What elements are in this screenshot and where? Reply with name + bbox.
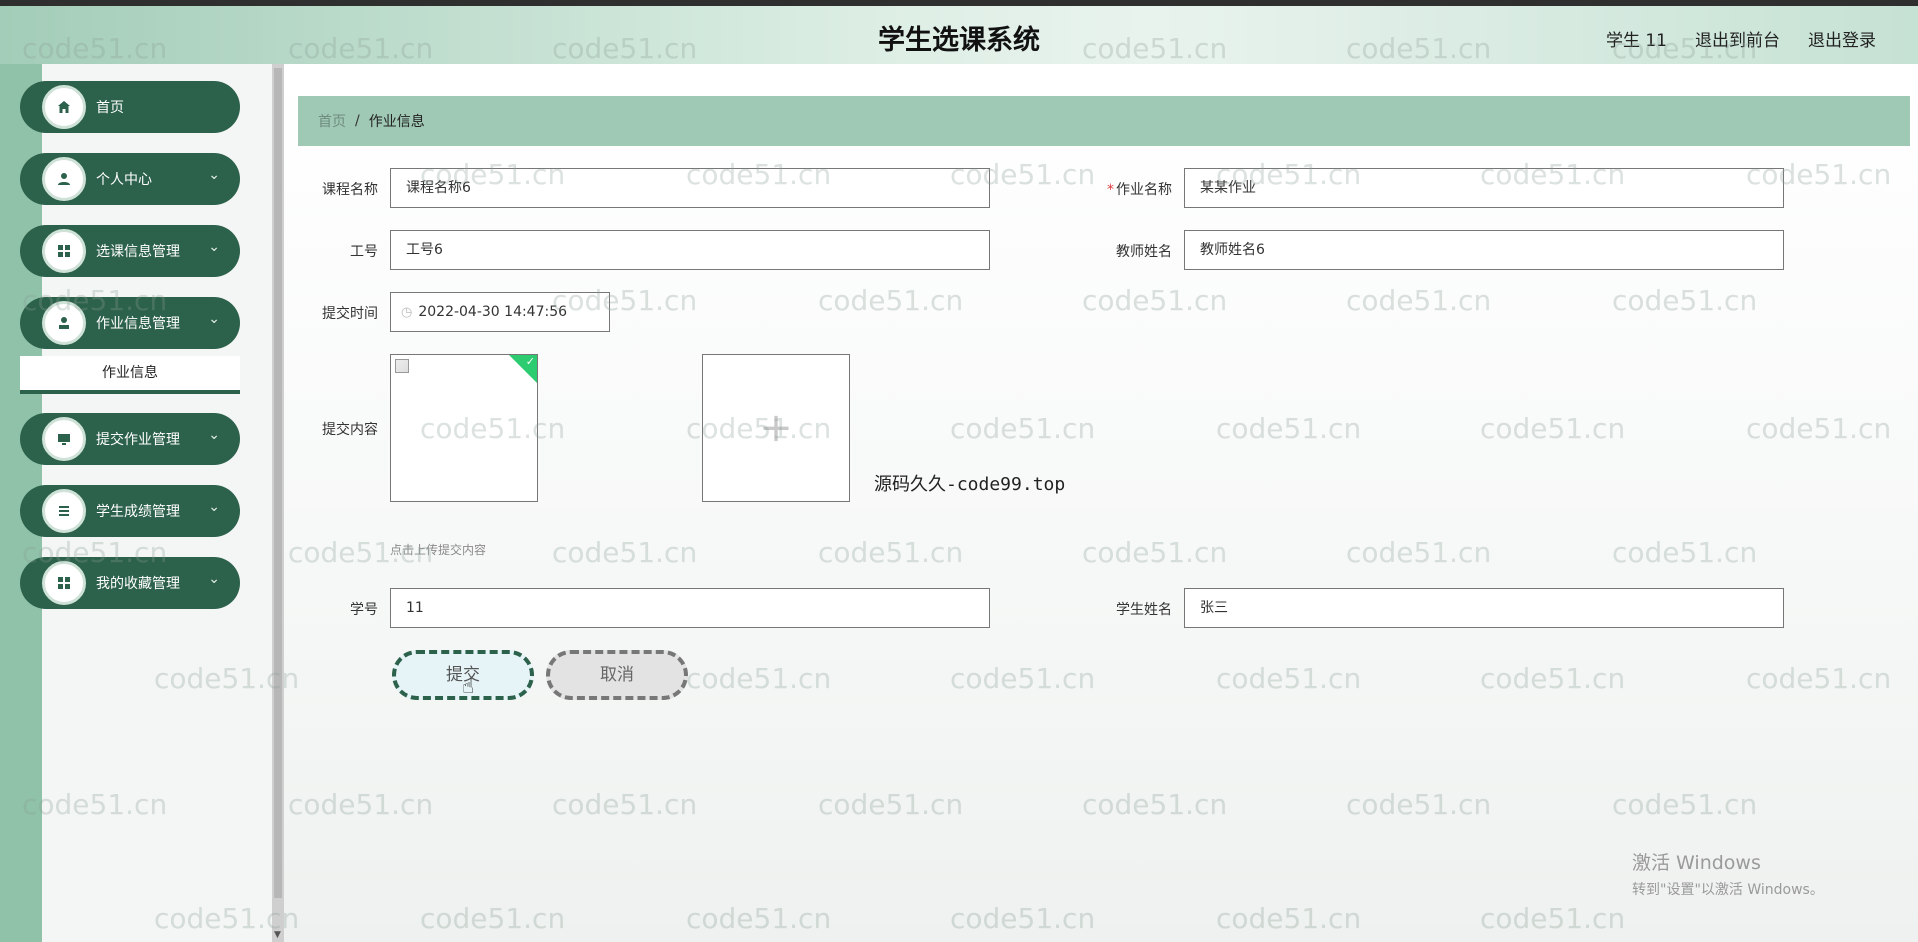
exit-to-front-link[interactable]: 退出到前台 [1695, 26, 1780, 51]
breadcrumb-home-link[interactable]: 首页 [318, 111, 346, 131]
course-name-field[interactable]: 课程名称6 [390, 168, 990, 208]
homework-name-label: * 作业名称 [1107, 182, 1172, 198]
chevron-down-icon: ⌄ [208, 311, 220, 327]
home-icon [42, 85, 86, 129]
sidebar-item-label: 作业信息管理 [96, 316, 180, 332]
mouse-pointer-icon: ☝ [462, 674, 475, 698]
submit-time-label: 提交时间 [322, 306, 378, 322]
sidebar-item-submit-homework[interactable]: 提交作业管理 ⌄ [20, 413, 240, 465]
user-icon [42, 157, 86, 201]
upload-hint: 点击上传提交内容 [390, 543, 487, 557]
sidebar-item-course-selection[interactable]: 选课信息管理 ⌄ [20, 225, 240, 277]
required-asterisk: * [1107, 182, 1114, 198]
content-label: 提交内容 [322, 422, 378, 438]
sidebar-subitem-homework-info[interactable]: 作业信息 [20, 356, 240, 394]
job-number-field[interactable]: 工号6 [390, 230, 990, 270]
chevron-down-icon: ⌄ [208, 427, 220, 443]
homework-name-field[interactable]: 某某作业 [1184, 168, 1784, 208]
submit-time-value: 2022-04-30 14:47:56 [418, 304, 568, 320]
plus-icon: + [759, 405, 793, 451]
sidebar-item-personal-center[interactable]: 个人中心 ⌄ [20, 153, 240, 205]
monitor-icon [42, 417, 86, 461]
chevron-down-icon: ⌄ [208, 499, 220, 515]
breadcrumb-separator: / [355, 113, 360, 129]
sidebar-item-label: 个人中心 [96, 172, 152, 188]
grid-icon [42, 229, 86, 273]
overlay-watermark-text: 源码久久-code99.top [874, 474, 1066, 495]
sidebar-item-label: 学生成绩管理 [96, 504, 180, 520]
chevron-down-icon: ⌄ [208, 571, 220, 587]
uploaded-content-thumbnail[interactable]: ✓ [390, 354, 538, 502]
student-name-field[interactable]: 张三 [1184, 588, 1784, 628]
windows-activation-title: 激活 Windows [1632, 852, 1761, 874]
submit-time-field[interactable]: ◷ 2022-04-30 14:47:56 [390, 292, 610, 332]
chevron-down-icon: ⌄ [208, 239, 220, 255]
sidebar-item-label: 选课信息管理 [96, 244, 180, 260]
person-icon [42, 301, 86, 345]
grid-icon [42, 561, 86, 605]
windows-activation-notice: 激活 Windows 转到"设置"以激活 Windows。 [1632, 848, 1824, 899]
windows-activation-subtitle: 转到"设置"以激活 Windows。 [1632, 882, 1824, 898]
sidebar-item-home[interactable]: 首页 [20, 81, 240, 133]
scroll-down-arrow-icon[interactable]: ▼ [274, 930, 281, 940]
breadcrumb: 首页 / 作业信息 [298, 96, 1910, 146]
teacher-name-field[interactable]: 教师姓名6 [1184, 230, 1784, 270]
sidebar-item-student-grades[interactable]: 学生成绩管理 ⌄ [20, 485, 240, 537]
job-number-label: 工号 [350, 244, 378, 260]
sidebar-item-label: 首页 [96, 100, 124, 116]
current-user-label: 学生 11 [1605, 31, 1667, 51]
student-name-label: 学生姓名 [1116, 602, 1172, 618]
breadcrumb-current: 作业信息 [368, 114, 425, 130]
chevron-down-icon: ⌄ [208, 167, 220, 183]
sidebar-item-homework-info[interactable]: 作业信息管理 ⌄ [20, 297, 240, 349]
sidebar-item-my-favorites[interactable]: 我的收藏管理 ⌄ [20, 557, 240, 609]
upload-add-button[interactable]: + [702, 354, 850, 502]
cancel-button[interactable]: 取消 [546, 650, 688, 700]
clock-icon: ◷ [401, 305, 413, 320]
logout-link[interactable]: 退出登录 [1808, 26, 1876, 51]
sidebar-item-label: 我的收藏管理 [96, 576, 180, 592]
header-nav: 学生 11 退出到前台 退出登录 [1606, 26, 1876, 51]
list-icon [42, 489, 86, 533]
check-icon: ✓ [525, 355, 535, 368]
broken-image-icon [395, 359, 409, 373]
app-header: 学生选课系统 学生 11 退出到前台 退出登录 [0, 6, 1918, 64]
sidebar-item-label: 提交作业管理 [96, 432, 180, 448]
teacher-name-label: 教师姓名 [1116, 244, 1172, 260]
watermark-text: code51.cn [22, 788, 168, 821]
course-name-label: 课程名称 [322, 182, 378, 198]
student-number-label: 学号 [350, 602, 378, 618]
student-number-field[interactable]: 11 [390, 588, 990, 628]
